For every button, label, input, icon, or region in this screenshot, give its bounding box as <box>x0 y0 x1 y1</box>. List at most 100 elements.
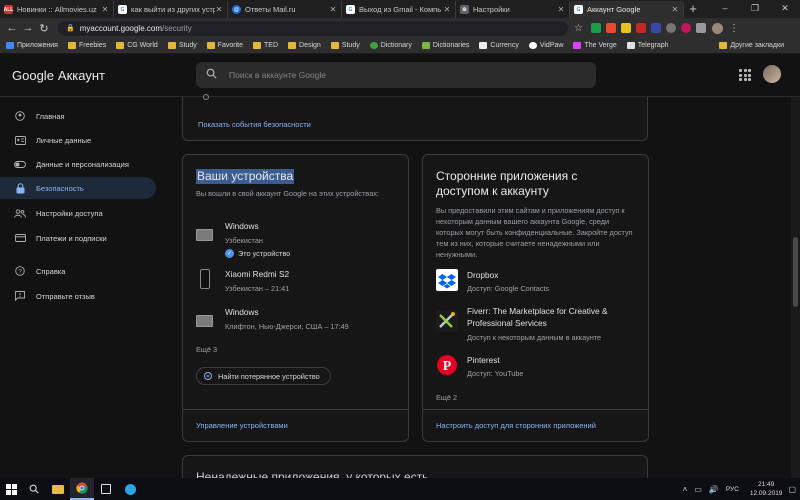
sidebar-item-payments[interactable]: Платежи и подписки <box>0 227 156 249</box>
page-scrollbar[interactable] <box>791 97 800 478</box>
bookmark-folder[interactable]: Study <box>330 42 360 49</box>
show-security-events-link[interactable]: Показать события безопасности <box>198 120 311 129</box>
devices-card-footer: Управление устройствами <box>183 409 408 441</box>
browser-tab-1[interactable]: ALL Новинки :: Allmovies.uz ✕ <box>0 1 114 18</box>
search-icon[interactable] <box>22 478 46 500</box>
language-indicator[interactable]: РУС <box>726 486 739 493</box>
tab-title: Ответы Mail.ru <box>245 5 296 14</box>
app-item-dropbox[interactable]: Dropbox Доступ: Google Contacts <box>436 269 641 295</box>
browser-tab-5[interactable]: ⚙ Настройки ✕ <box>456 1 570 18</box>
extension-icon[interactable] <box>680 23 691 33</box>
browser-tab-4[interactable]: G Выход из Gmail - Компь ✕ <box>342 1 456 18</box>
extension-icon[interactable] <box>665 23 676 33</box>
new-tab-button[interactable]: + <box>684 1 702 18</box>
app-access: Доступ к некоторым данным в аккаунте <box>467 333 602 342</box>
bookmark-site[interactable]: Telegraph <box>626 42 669 49</box>
extension-icon[interactable] <box>605 23 616 33</box>
search-input[interactable] <box>229 70 529 80</box>
device-item[interactable]: Xiaomi Redmi S2 Узбекистан – 21:41 <box>196 269 396 299</box>
close-window-icon[interactable]: ✕ <box>770 0 800 18</box>
close-icon[interactable]: ✕ <box>215 5 223 14</box>
file-explorer-icon[interactable] <box>46 478 70 500</box>
other-bookmarks[interactable]: Другие закладки <box>719 42 784 49</box>
store-icon[interactable] <box>94 478 118 500</box>
clock-time: 21:49 <box>758 481 775 488</box>
device-item[interactable]: Windows Узбекистан ✓ Это устройство <box>196 221 396 261</box>
forward-arrow-icon[interactable]: → <box>20 22 36 34</box>
sidebar-item-feedback[interactable]: Отправьте отзыв <box>0 285 156 307</box>
menu-kebab-icon[interactable]: ⋮ <box>729 23 739 34</box>
device-name: Windows <box>225 221 259 231</box>
account-search-box[interactable] <box>196 62 596 88</box>
google-account-logo[interactable]: Google Аккаунт <box>12 68 105 83</box>
account-circle-icon <box>14 111 26 121</box>
apps-card-footer: Настроить доступ для сторонних приложени… <box>423 409 648 441</box>
bookmark-folder[interactable]: Freebies <box>67 42 106 49</box>
extension-icon[interactable] <box>635 23 646 33</box>
telegram-icon[interactable] <box>118 478 142 500</box>
bookmark-star-icon[interactable]: ☆ <box>574 23 583 34</box>
google-apps-grid-icon[interactable] <box>739 69 751 81</box>
sidebar-item-help[interactable]: ? Справка <box>0 260 156 282</box>
telegraph-icon <box>626 42 635 49</box>
manage-devices-link[interactable]: Управление устройствами <box>196 421 288 430</box>
maximize-icon[interactable]: ❐ <box>740 0 770 18</box>
manage-third-party-access-link[interactable]: Настроить доступ для сторонних приложени… <box>436 421 596 430</box>
browser-tab-6-active[interactable]: G Аккаунт Google ✕ <box>570 1 684 18</box>
back-arrow-icon[interactable]: ← <box>4 22 20 34</box>
bookmarks-bar: Приложения Freebies CG World Study Favor… <box>0 38 800 54</box>
close-icon[interactable]: ✕ <box>671 5 679 14</box>
bookmark-folder[interactable]: TED <box>253 42 278 49</box>
sidebar-item-personal-info[interactable]: Личные данные <box>0 129 156 151</box>
bookmark-folder[interactable]: CG World <box>116 42 158 49</box>
extension-icon[interactable] <box>695 23 706 33</box>
bookmark-site[interactable]: Dictionaries <box>421 42 469 49</box>
extension-icon[interactable] <box>650 23 661 33</box>
bookmark-folder[interactable]: Favorite <box>206 42 243 49</box>
device-item[interactable]: Windows Клифтон, Нью-Джерси, США – 17:49 <box>196 307 396 337</box>
extension-icon[interactable] <box>590 23 601 33</box>
device-name: Xiaomi Redmi S2 <box>225 269 290 279</box>
help-icon: ? <box>14 266 26 276</box>
sidebar-item-data-personalization[interactable]: Данные и персонализация <box>0 153 156 175</box>
minimize-icon[interactable]: – <box>710 0 740 18</box>
bookmark-apps[interactable]: Приложения <box>6 42 58 49</box>
notifications-icon[interactable]: ▢ <box>788 485 796 494</box>
extension-icon[interactable] <box>620 23 631 33</box>
chrome-icon[interactable] <box>70 478 94 500</box>
clock[interactable]: 21:49 12.09.2019 <box>750 480 783 498</box>
profile-avatar[interactable] <box>711 22 723 34</box>
app-item-pinterest[interactable]: P Pinterest Доступ: YouTube <box>436 354 641 380</box>
sidebar-item-sharing[interactable]: Настройки доступа <box>0 202 156 224</box>
sidebar-item-home[interactable]: Главная <box>0 105 156 127</box>
close-icon[interactable]: ✕ <box>443 5 451 14</box>
app-item-fiverr[interactable]: Fiverr: The Marketplace for Creative & P… <box>436 305 641 345</box>
scrollbar-thumb[interactable] <box>793 237 798 307</box>
reload-icon[interactable]: ↻ <box>36 22 52 35</box>
url-bar[interactable]: 🔒 myaccount.google.com/security <box>58 20 568 36</box>
volume-icon[interactable]: 🔊 <box>709 485 719 494</box>
folder-icon <box>167 42 176 49</box>
close-icon[interactable]: ✕ <box>329 5 337 14</box>
bookmark-folder[interactable]: Design <box>288 42 321 49</box>
browser-tab-2[interactable]: G как выйти из других устр ✕ <box>114 1 228 18</box>
close-icon[interactable]: ✕ <box>557 5 565 14</box>
close-icon[interactable]: ✕ <box>101 5 109 14</box>
account-avatar[interactable] <box>763 65 781 83</box>
windows-start-icon[interactable] <box>0 478 22 500</box>
apps-grid-icon <box>6 42 14 49</box>
tab-title: Настройки <box>473 5 510 14</box>
bookmark-site[interactable]: Currency <box>479 42 519 49</box>
your-devices-card: Ваши устройства Вы вошли в свой аккаунт … <box>182 154 409 442</box>
bookmark-site[interactable]: Dictionary <box>369 42 412 49</box>
svg-text:?: ? <box>18 268 22 275</box>
network-icon[interactable]: ▭ <box>694 485 702 494</box>
find-lost-device-button[interactable]: Найти потерянное устройство <box>196 367 331 385</box>
bookmark-site[interactable]: The Verge <box>573 42 617 49</box>
bookmark-folder[interactable]: Study <box>167 42 197 49</box>
fiverr-icon <box>436 310 458 332</box>
chevron-up-icon[interactable]: ˄ <box>683 485 688 494</box>
bookmark-site[interactable]: VidPaw <box>528 42 563 49</box>
browser-tab-3[interactable]: @ Ответы Mail.ru ✕ <box>228 1 342 18</box>
sidebar-item-security[interactable]: Безопасность <box>0 177 156 199</box>
